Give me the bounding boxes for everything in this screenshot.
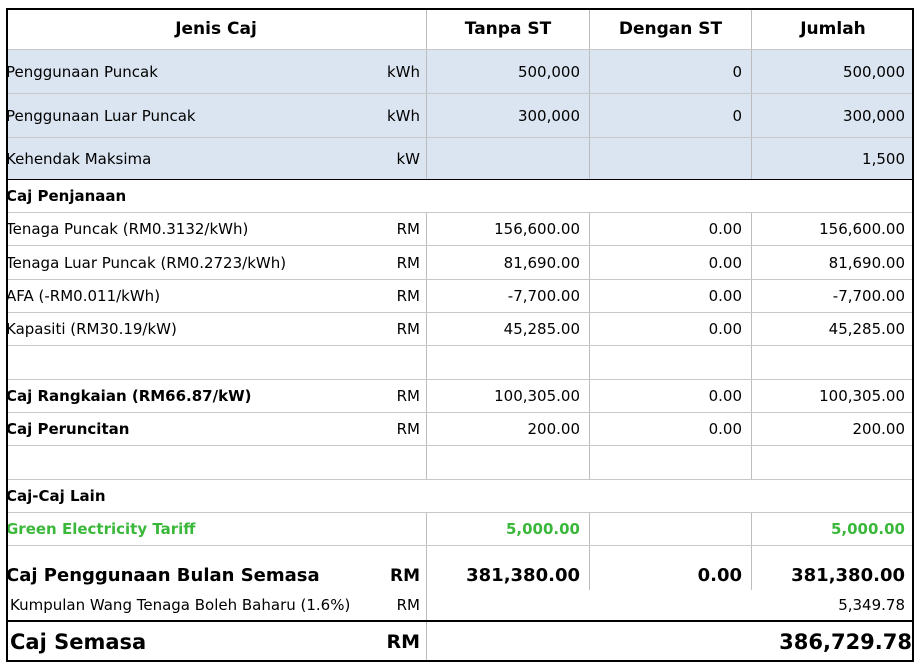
- col-header-type: Jenis Caj: [175, 18, 257, 39]
- charge-without-st: -7,700.00: [426, 280, 589, 312]
- usage-with-st: 0: [589, 50, 751, 93]
- charge-label: Tenaga Luar Puncak (RM0.2723/kWh): [6, 253, 287, 272]
- electricity-bill-table: Jenis Caj Tanpa ST Dengan ST Jumlah Peng…: [6, 8, 914, 662]
- charge-with-st: 0.00: [589, 380, 751, 412]
- current-usage-label: Caj Penggunaan Bulan Semasa: [6, 565, 320, 586]
- charge-with-st: 0.00: [589, 213, 751, 245]
- network-charge-row: Caj Rangkaian (RM66.87/kW) RM 100,305.00 …: [6, 380, 914, 413]
- generation-row-peak: Tenaga Puncak (RM0.3132/kWh) RM 156,600.0…: [6, 213, 914, 246]
- green-tariff-row: Green Electricity Tariff 5,000.00 5,000.…: [6, 513, 914, 546]
- usage-without-st: 500,000: [426, 50, 589, 93]
- charge-with-st: 0.00: [589, 246, 751, 279]
- usage-label: Kehendak Maksima: [6, 149, 152, 168]
- charge-total: 100,305.00: [751, 380, 914, 412]
- current-usage-without-st: 381,380.00: [426, 546, 589, 590]
- usage-row-peak: Penggunaan Puncak kWh 500,000 0 500,000: [6, 50, 914, 94]
- charge-label: Tenaga Puncak (RM0.3132/kWh): [6, 220, 249, 238]
- renewable-fund-label: Kumpulan Wang Tenaga Boleh Baharu (1.6%): [10, 596, 351, 614]
- usage-unit: kWh: [386, 62, 420, 81]
- current-charge-unit: RM: [386, 631, 420, 653]
- green-tariff-total: 5,000.00: [751, 513, 914, 545]
- usage-label: Penggunaan Puncak: [6, 62, 158, 81]
- usage-total: 300,000: [751, 94, 914, 137]
- usage-unit: kW: [396, 149, 420, 168]
- usage-total: 500,000: [751, 50, 914, 93]
- current-usage-with-st: 0.00: [589, 546, 751, 590]
- section-label: Caj-Caj Lain: [6, 487, 106, 505]
- col-header-with-st: Dengan ST: [589, 8, 751, 49]
- generation-row-afa: AFA (-RM0.011/kWh) RM -7,700.00 0.00 -7,7…: [6, 280, 914, 313]
- current-charge-total: 386,729.78: [779, 630, 912, 654]
- usage-total: 1,500: [751, 138, 914, 179]
- charge-with-st: 0.00: [589, 313, 751, 345]
- usage-with-st: [589, 138, 751, 179]
- usage-row-offpeak: Penggunaan Luar Puncak kWh 300,000 0 300,…: [6, 94, 914, 138]
- charge-unit: RM: [396, 320, 420, 338]
- section-label: Caj Penjanaan: [6, 187, 127, 205]
- section-generation: Caj Penjanaan: [6, 180, 914, 213]
- charge-unit: RM: [396, 387, 420, 405]
- charge-total: 156,600.00: [751, 213, 914, 245]
- usage-row-max-demand: Kehendak Maksima kW 1,500: [6, 138, 914, 180]
- generation-row-capacity: Kapasiti (RM30.19/kW) RM 45,285.00 0.00 4…: [6, 313, 914, 346]
- table-header: Jenis Caj Tanpa ST Dengan ST Jumlah: [6, 8, 914, 50]
- retail-charge-row: Caj Peruncitan RM 200.00 0.00 200.00: [6, 413, 914, 446]
- current-charge-label: Caj Semasa: [10, 630, 147, 654]
- charge-with-st: 0.00: [589, 413, 751, 445]
- charge-total: 81,690.00: [751, 246, 914, 279]
- col-header-total: Jumlah: [751, 8, 914, 49]
- charge-without-st: 45,285.00: [426, 313, 589, 345]
- current-usage-total: 381,380.00: [751, 546, 914, 590]
- renewable-fund-unit: RM: [396, 596, 420, 614]
- charge-label: Kapasiti (RM30.19/kW): [6, 320, 177, 338]
- charge-label: Caj Rangkaian (RM66.87/kW): [6, 387, 252, 405]
- charge-with-st: 0.00: [589, 280, 751, 312]
- current-usage-row: Caj Penggunaan Bulan Semasa RM 381,380.00…: [6, 546, 914, 590]
- green-tariff-without-st: 5,000.00: [426, 513, 589, 545]
- usage-without-st: [426, 138, 589, 179]
- charge-label: Caj Peruncitan: [6, 420, 130, 438]
- charge-unit: RM: [396, 253, 420, 272]
- charge-without-st: 200.00: [426, 413, 589, 445]
- green-tariff-label: Green Electricity Tariff: [6, 520, 196, 538]
- charge-unit: RM: [396, 220, 420, 238]
- charge-unit: RM: [396, 420, 420, 438]
- charge-total: 45,285.00: [751, 313, 914, 345]
- usage-label: Penggunaan Luar Puncak: [6, 106, 196, 125]
- generation-row-offpeak: Tenaga Luar Puncak (RM0.2723/kWh) RM 81,6…: [6, 246, 914, 280]
- charge-without-st: 100,305.00: [426, 380, 589, 412]
- renewable-fund-total: 5,349.78: [838, 596, 905, 614]
- current-usage-unit: RM: [389, 566, 420, 586]
- usage-without-st: 300,000: [426, 94, 589, 137]
- charge-without-st: 156,600.00: [426, 213, 589, 245]
- usage-with-st: 0: [589, 94, 751, 137]
- charge-total: -7,700.00: [751, 280, 914, 312]
- charge-unit: RM: [396, 287, 420, 305]
- empty-row: [6, 346, 914, 380]
- charge-total: 200.00: [751, 413, 914, 445]
- col-header-without-st: Tanpa ST: [426, 8, 589, 49]
- empty-row: [6, 446, 914, 480]
- renewable-fund-row: Kumpulan Wang Tenaga Boleh Baharu (1.6%)…: [6, 590, 914, 622]
- current-charge-row: Caj Semasa RM 386,729.78: [6, 622, 914, 662]
- charge-label: AFA (-RM0.011/kWh): [6, 287, 161, 305]
- usage-unit: kWh: [386, 106, 420, 125]
- charge-without-st: 81,690.00: [426, 246, 589, 279]
- section-other: Caj-Caj Lain: [6, 480, 914, 513]
